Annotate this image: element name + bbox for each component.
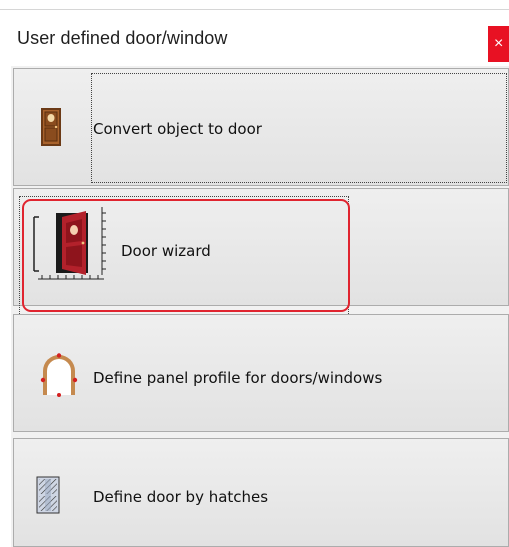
close-button[interactable]: ×: [488, 26, 509, 62]
item-label: Define door by hatches: [93, 488, 269, 506]
define-panel-profile-button[interactable]: Define panel profile for doors/windows: [13, 314, 509, 432]
top-divider: [0, 9, 509, 10]
define-door-by-hatches-button[interactable]: Define door by hatches: [13, 438, 509, 547]
hatched-door-icon: [36, 476, 60, 519]
door-icon: [40, 107, 62, 152]
item-label: Define panel profile for doors/windows: [93, 369, 383, 387]
convert-object-to-door-button[interactable]: Convert object to door: [13, 68, 509, 186]
arched-panel-icon: [38, 353, 80, 402]
close-icon: ×: [494, 35, 504, 52]
highlight-annotation: [22, 199, 350, 312]
item-label: Convert object to door: [93, 120, 262, 138]
dialog-title: User defined door/window: [17, 28, 228, 48]
